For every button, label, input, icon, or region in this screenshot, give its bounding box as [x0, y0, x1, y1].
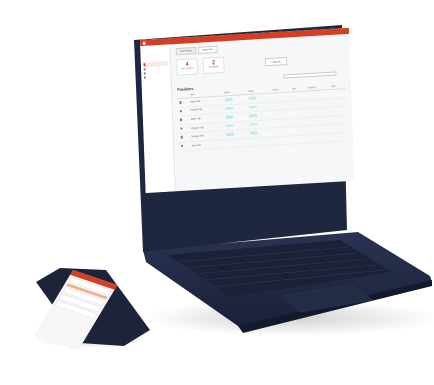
user-block	[143, 55, 167, 60]
position-icon	[179, 100, 182, 104]
main-content: All Positions Open Jobs 4 Open positions…	[170, 34, 354, 191]
status-badge	[224, 106, 233, 110]
dashboard-icon	[143, 63, 146, 66]
list-icon	[143, 67, 146, 71]
status-badge	[249, 122, 258, 126]
stat-label: Candidates	[208, 66, 219, 69]
position-icon	[179, 109, 182, 113]
status-badge	[248, 105, 257, 109]
user-icon	[143, 72, 146, 75]
row-name: Store Title	[190, 139, 225, 151]
status-badge	[224, 97, 233, 102]
stat-card-candidates: 2 Candidates	[202, 56, 225, 75]
app-logo-icon	[142, 41, 146, 45]
stat-label: Open positions	[180, 67, 194, 71]
stat-card-open: 4 Open positions	[176, 58, 199, 76]
status-badge	[249, 114, 258, 118]
product-photo-scene: ‹ All Positions Open Jobs 4 Open positio…	[0, 0, 434, 385]
status-badge	[225, 115, 234, 119]
tab-open-jobs[interactable]: Open Jobs	[197, 45, 218, 54]
position-icon	[180, 127, 183, 130]
collapse-icon[interactable]: ‹	[143, 48, 167, 53]
position-icon	[179, 118, 183, 122]
status-badge	[225, 124, 234, 128]
status-badge	[249, 131, 258, 135]
position-icon	[180, 136, 183, 139]
laptop-screen: ‹ All Positions Open Jobs 4 Open positio…	[140, 27, 355, 194]
tab-all-positions[interactable]: All Positions	[175, 46, 197, 56]
positions-table: Name Status Status Added Date Updated Da…	[177, 84, 348, 152]
position-icon	[180, 144, 184, 148]
settings-icon	[144, 76, 147, 79]
status-badge	[248, 96, 257, 100]
sidebar-item-4[interactable]	[144, 74, 168, 80]
status-badge	[225, 133, 234, 137]
add-job-button[interactable]: + Add Job	[264, 56, 288, 67]
